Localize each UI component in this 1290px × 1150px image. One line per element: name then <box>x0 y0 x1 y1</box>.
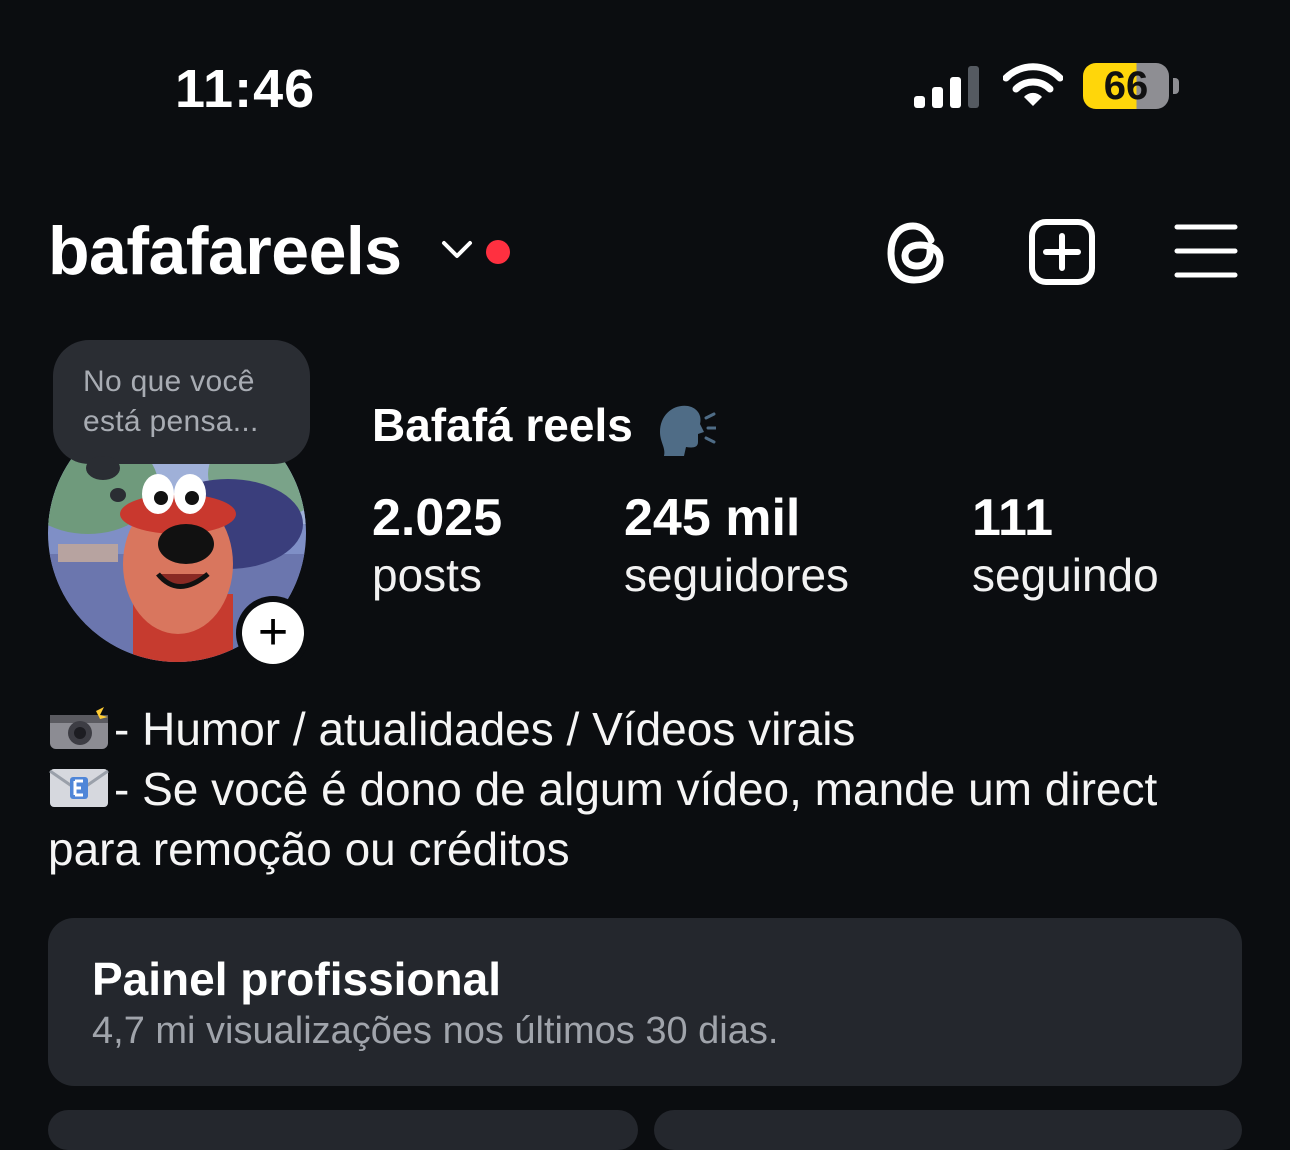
note-bubble-tail <box>86 456 120 480</box>
bio-line-2: - Se você é dono de algum vídeo, mande u… <box>48 762 1157 816</box>
followers-count: 245 mil <box>624 489 801 547</box>
bio-text-1: - Humor / atualidades / Vídeos virais <box>114 703 856 755</box>
chevron-down-icon[interactable] <box>440 237 474 263</box>
note-text-line1: No que você <box>83 365 255 398</box>
stat-followers[interactable]: 245 mil seguidores <box>624 488 849 602</box>
envelope-icon <box>49 769 109 807</box>
dashboard-title: Painel profissional <box>92 953 501 1005</box>
notification-dot <box>486 240 510 264</box>
camera-flash-icon <box>50 703 108 749</box>
wifi-icon <box>1003 63 1063 106</box>
status-time: 11:46 <box>175 59 316 119</box>
create-post-icon[interactable] <box>1028 218 1096 286</box>
following-count: 111 <box>972 489 1054 547</box>
dashboard-subtitle: 4,7 mi visualizações nos últimos 30 dias… <box>92 1010 779 1052</box>
posts-count: 2.025 <box>372 489 503 547</box>
account-username[interactable]: bafafareels <box>48 212 402 290</box>
menu-icon[interactable] <box>1174 222 1238 280</box>
stat-following[interactable]: 111 seguindo <box>972 488 1159 602</box>
add-story-button[interactable]: + <box>236 596 310 670</box>
followers-label: seguidores <box>624 549 850 601</box>
battery-indicator: 66 <box>1083 63 1179 109</box>
following-label: seguindo <box>972 549 1159 601</box>
note-text-line2: está pensa... <box>83 405 259 438</box>
bio-line-3: para remoção ou créditos <box>48 823 570 875</box>
cellular-signal-icon <box>914 66 979 108</box>
note-bubble[interactable]: No que você está pensa... <box>53 340 310 464</box>
posts-label: posts <box>372 549 482 601</box>
plus-icon: + <box>242 602 304 664</box>
threads-icon[interactable] <box>884 218 950 288</box>
battery-cap <box>1173 78 1179 94</box>
bio-text-2: - Se você é dono de algum vídeo, mande u… <box>114 763 1158 815</box>
note-bubble-tail-small <box>110 488 126 502</box>
stat-posts[interactable]: 2.025 posts <box>372 488 502 602</box>
share-profile-button[interactable] <box>654 1110 1242 1150</box>
speaking-head-icon <box>660 405 716 456</box>
profile-display-name: Bafafá reels <box>372 399 633 451</box>
edit-profile-button[interactable] <box>48 1110 638 1150</box>
bio-line-1: - Humor / atualidades / Vídeos virais <box>48 702 855 756</box>
battery-level: 66 <box>1103 64 1149 108</box>
